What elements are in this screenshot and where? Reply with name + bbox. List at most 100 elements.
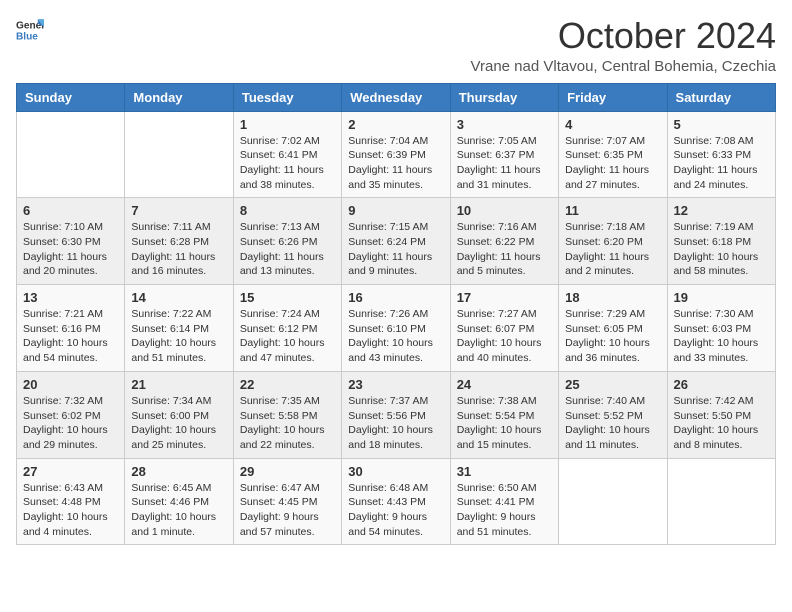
day-info: Sunrise: 7:02 AM Sunset: 6:41 PM Dayligh…: [240, 134, 335, 193]
calendar-cell: 15Sunrise: 7:24 AM Sunset: 6:12 PM Dayli…: [233, 285, 341, 372]
day-number: 30: [348, 464, 443, 479]
calendar-cell: 9 Sunrise: 7:15 AM Sunset: 6:24 PM Daylig…: [342, 198, 450, 285]
calendar-cell: 30Sunrise: 6:48 AM Sunset: 4:43 PM Dayli…: [342, 458, 450, 545]
calendar-cell: 2 Sunrise: 7:04 AM Sunset: 6:39 PM Daylig…: [342, 111, 450, 198]
day-number: 28: [131, 464, 226, 479]
day-number: 10: [457, 203, 552, 218]
day-info: Sunrise: 7:38 AM Sunset: 5:54 PM Dayligh…: [457, 394, 552, 453]
calendar-week-3: 13Sunrise: 7:21 AM Sunset: 6:16 PM Dayli…: [17, 285, 776, 372]
day-info: Sunrise: 7:27 AM Sunset: 6:07 PM Dayligh…: [457, 307, 552, 366]
day-info: Sunrise: 7:18 AM Sunset: 6:20 PM Dayligh…: [565, 220, 660, 279]
calendar-week-2: 6Sunrise: 7:10 AM Sunset: 6:30 PM Daylig…: [17, 198, 776, 285]
calendar-cell: 6Sunrise: 7:10 AM Sunset: 6:30 PM Daylig…: [17, 198, 125, 285]
day-number: 25: [565, 377, 660, 392]
day-number: 24: [457, 377, 552, 392]
day-number: 8: [240, 203, 335, 218]
calendar-cell: 1 Sunrise: 7:02 AM Sunset: 6:41 PM Daylig…: [233, 111, 341, 198]
day-number: 17: [457, 290, 552, 305]
calendar-cell: 18 Sunrise: 7:29 AM Sunset: 6:05 PM Dayli…: [559, 285, 667, 372]
day-info: Sunrise: 7:32 AM Sunset: 6:02 PM Dayligh…: [23, 394, 118, 453]
calendar-cell: 26Sunrise: 7:42 AM Sunset: 5:50 PM Dayli…: [667, 371, 775, 458]
calendar-cell: 12Sunrise: 7:19 AM Sunset: 6:18 PM Dayli…: [667, 198, 775, 285]
calendar-cell: 11 Sunrise: 7:18 AM Sunset: 6:20 PM Dayli…: [559, 198, 667, 285]
day-info: Sunrise: 7:30 AM Sunset: 6:03 PM Dayligh…: [674, 307, 769, 366]
calendar-cell: 27Sunrise: 6:43 AM Sunset: 4:48 PM Dayli…: [17, 458, 125, 545]
calendar-cell: 16 Sunrise: 7:26 AM Sunset: 6:10 PM Dayli…: [342, 285, 450, 372]
month-title: October 2024: [471, 16, 776, 56]
svg-text:Blue: Blue: [16, 31, 38, 42]
location: Vrane nad Vltavou, Central Bohemia, Czec…: [471, 58, 776, 75]
calendar-week-5: 27Sunrise: 6:43 AM Sunset: 4:48 PM Dayli…: [17, 458, 776, 545]
day-number: 7: [131, 203, 226, 218]
day-info: Sunrise: 7:08 AM Sunset: 6:33 PM Dayligh…: [674, 134, 769, 193]
calendar-week-4: 20Sunrise: 7:32 AM Sunset: 6:02 PM Dayli…: [17, 371, 776, 458]
day-info: Sunrise: 7:16 AM Sunset: 6:22 PM Dayligh…: [457, 220, 552, 279]
day-number: 3: [457, 117, 552, 132]
calendar-cell: 8 Sunrise: 7:13 AM Sunset: 6:26 PM Daylig…: [233, 198, 341, 285]
day-number: 6: [23, 203, 118, 218]
day-number: 2: [348, 117, 443, 132]
calendar-cell: 24 Sunrise: 7:38 AM Sunset: 5:54 PM Dayli…: [450, 371, 558, 458]
day-info: Sunrise: 6:50 AM Sunset: 4:41 PM Dayligh…: [457, 481, 552, 540]
calendar-cell: 22 Sunrise: 7:35 AM Sunset: 5:58 PM Dayli…: [233, 371, 341, 458]
day-number: 22: [240, 377, 335, 392]
day-number: 31: [457, 464, 552, 479]
day-number: 12: [674, 203, 769, 218]
weekday-header-row: SundayMondayTuesdayWednesdayThursdayFrid…: [17, 83, 776, 111]
calendar-cell: 5Sunrise: 7:08 AM Sunset: 6:33 PM Daylig…: [667, 111, 775, 198]
day-number: 21: [131, 377, 226, 392]
calendar-cell: 3 Sunrise: 7:05 AM Sunset: 6:37 PM Daylig…: [450, 111, 558, 198]
logo-icon: General Blue: [16, 16, 44, 44]
day-number: 16: [348, 290, 443, 305]
day-info: Sunrise: 7:24 AM Sunset: 6:12 PM Dayligh…: [240, 307, 335, 366]
calendar-cell: 19 Sunrise: 7:30 AM Sunset: 6:03 PM Dayli…: [667, 285, 775, 372]
day-info: Sunrise: 6:47 AM Sunset: 4:45 PM Dayligh…: [240, 481, 335, 540]
day-number: 11: [565, 203, 660, 218]
day-info: Sunrise: 7:22 AM Sunset: 6:14 PM Dayligh…: [131, 307, 226, 366]
calendar-cell: 28Sunrise: 6:45 AM Sunset: 4:46 PM Dayli…: [125, 458, 233, 545]
logo: General Blue: [16, 16, 44, 44]
day-info: Sunrise: 7:05 AM Sunset: 6:37 PM Dayligh…: [457, 134, 552, 193]
calendar-cell: 23 Sunrise: 7:37 AM Sunset: 5:56 PM Dayli…: [342, 371, 450, 458]
day-info: Sunrise: 7:04 AM Sunset: 6:39 PM Dayligh…: [348, 134, 443, 193]
day-info: Sunrise: 7:07 AM Sunset: 6:35 PM Dayligh…: [565, 134, 660, 193]
day-number: 1: [240, 117, 335, 132]
header: General Blue October 2024 Vrane nad Vlta…: [16, 16, 776, 75]
weekday-header-monday: Monday: [125, 83, 233, 111]
calendar-week-1: 1 Sunrise: 7:02 AM Sunset: 6:41 PM Daylig…: [17, 111, 776, 198]
day-info: Sunrise: 7:15 AM Sunset: 6:24 PM Dayligh…: [348, 220, 443, 279]
day-info: Sunrise: 7:26 AM Sunset: 6:10 PM Dayligh…: [348, 307, 443, 366]
calendar-cell: [559, 458, 667, 545]
day-number: 27: [23, 464, 118, 479]
day-number: 29: [240, 464, 335, 479]
calendar-cell: 20Sunrise: 7:32 AM Sunset: 6:02 PM Dayli…: [17, 371, 125, 458]
calendar-cell: 14 Sunrise: 7:22 AM Sunset: 6:14 PM Dayli…: [125, 285, 233, 372]
calendar: SundayMondayTuesdayWednesdayThursdayFrid…: [16, 83, 776, 546]
weekday-header-sunday: Sunday: [17, 83, 125, 111]
weekday-header-thursday: Thursday: [450, 83, 558, 111]
day-info: Sunrise: 7:37 AM Sunset: 5:56 PM Dayligh…: [348, 394, 443, 453]
calendar-cell: 13Sunrise: 7:21 AM Sunset: 6:16 PM Dayli…: [17, 285, 125, 372]
calendar-cell: [125, 111, 233, 198]
day-number: 9: [348, 203, 443, 218]
day-number: 26: [674, 377, 769, 392]
day-info: Sunrise: 7:35 AM Sunset: 5:58 PM Dayligh…: [240, 394, 335, 453]
calendar-cell: 4 Sunrise: 7:07 AM Sunset: 6:35 PM Daylig…: [559, 111, 667, 198]
day-info: Sunrise: 7:29 AM Sunset: 6:05 PM Dayligh…: [565, 307, 660, 366]
calendar-cell: 31 Sunrise: 6:50 AM Sunset: 4:41 PM Dayli…: [450, 458, 558, 545]
day-number: 23: [348, 377, 443, 392]
calendar-cell: 25 Sunrise: 7:40 AM Sunset: 5:52 PM Dayli…: [559, 371, 667, 458]
calendar-cell: 7Sunrise: 7:11 AM Sunset: 6:28 PM Daylig…: [125, 198, 233, 285]
day-info: Sunrise: 7:13 AM Sunset: 6:26 PM Dayligh…: [240, 220, 335, 279]
title-area: October 2024 Vrane nad Vltavou, Central …: [471, 16, 776, 75]
weekday-header-wednesday: Wednesday: [342, 83, 450, 111]
day-info: Sunrise: 7:21 AM Sunset: 6:16 PM Dayligh…: [23, 307, 118, 366]
day-number: 4: [565, 117, 660, 132]
day-number: 18: [565, 290, 660, 305]
calendar-cell: 17 Sunrise: 7:27 AM Sunset: 6:07 PM Dayli…: [450, 285, 558, 372]
day-info: Sunrise: 7:34 AM Sunset: 6:00 PM Dayligh…: [131, 394, 226, 453]
day-number: 14: [131, 290, 226, 305]
day-info: Sunrise: 7:40 AM Sunset: 5:52 PM Dayligh…: [565, 394, 660, 453]
calendar-cell: 29 Sunrise: 6:47 AM Sunset: 4:45 PM Dayli…: [233, 458, 341, 545]
day-number: 19: [674, 290, 769, 305]
